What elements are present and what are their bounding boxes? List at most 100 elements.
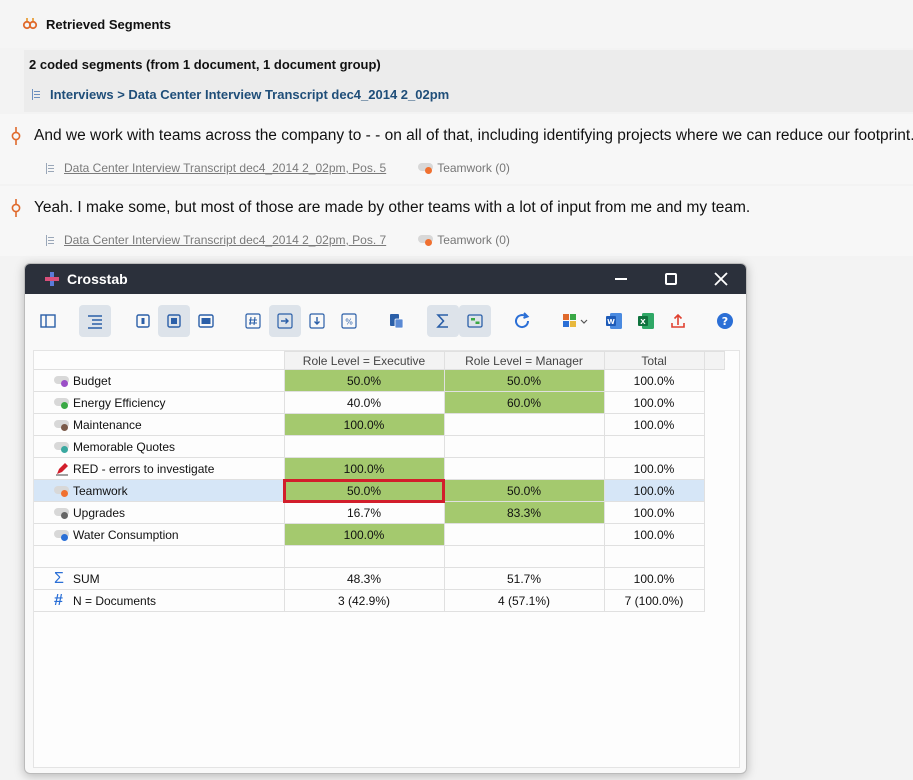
segment-code-label: Teamwork (0) bbox=[437, 161, 510, 175]
crosstab-row[interactable]: Memorable Quotes bbox=[34, 435, 724, 458]
svg-text:?: ? bbox=[722, 315, 728, 328]
sum-row: Σ SUM 48.3% 51.7% 100.0% bbox=[34, 567, 724, 590]
value-cell[interactable] bbox=[443, 435, 605, 458]
minimize-button[interactable] bbox=[596, 264, 646, 294]
export-word-button[interactable]: W bbox=[598, 305, 630, 337]
crosstab-row[interactable]: Teamwork 50.0% 50.0% 100.0% bbox=[34, 478, 724, 503]
column-percentages-button[interactable] bbox=[301, 305, 333, 337]
value-cell[interactable]: 100.0% bbox=[283, 413, 445, 436]
crosstab-row[interactable]: Energy Efficiency 40.0% 60.0% 100.0% bbox=[34, 391, 724, 414]
value-cell[interactable]: 100.0% bbox=[603, 391, 705, 414]
spacer-cell bbox=[443, 545, 605, 568]
sum-button[interactable] bbox=[427, 305, 459, 337]
row-percentages-button[interactable] bbox=[269, 305, 301, 337]
segment-code[interactable]: Teamwork (0) bbox=[418, 161, 510, 175]
small-view-button[interactable] bbox=[127, 305, 159, 337]
show-frequencies-button[interactable] bbox=[237, 305, 269, 337]
close-icon bbox=[714, 272, 728, 286]
value-cell[interactable]: 100.0% bbox=[603, 523, 705, 546]
value-cell[interactable] bbox=[443, 413, 605, 436]
value-cell[interactable]: 100.0% bbox=[603, 413, 705, 436]
n-value-cell: 3 (42.9%) bbox=[283, 589, 445, 612]
value-cell[interactable]: 83.3% bbox=[443, 501, 605, 524]
row-filler bbox=[704, 457, 724, 480]
value-cell[interactable] bbox=[443, 457, 605, 480]
row-label: Memorable Quotes bbox=[73, 439, 176, 454]
refresh-button[interactable] bbox=[506, 305, 538, 337]
value-cell[interactable]: 100.0% bbox=[603, 501, 705, 524]
value-cell[interactable]: 50.0% bbox=[283, 369, 445, 392]
export-excel-button[interactable]: X bbox=[630, 305, 662, 337]
spacer-cell bbox=[34, 545, 285, 568]
segment-text: And we work with teams across the compan… bbox=[34, 127, 913, 144]
row-label-cell[interactable]: Upgrades bbox=[34, 501, 285, 524]
value-cell[interactable] bbox=[443, 523, 605, 546]
segment-text: Yeah. I make some, but most of those are… bbox=[34, 199, 751, 216]
medium-view-button[interactable] bbox=[158, 305, 190, 337]
column-header[interactable]: Role Level = Manager bbox=[443, 351, 605, 370]
row-label-cell[interactable]: Water Consumption bbox=[34, 523, 285, 546]
row-label-cell[interactable]: Memorable Quotes bbox=[34, 435, 285, 458]
value-cell[interactable]: 100.0% bbox=[603, 369, 705, 392]
export-button[interactable] bbox=[662, 305, 694, 337]
crosstab-row[interactable]: Budget 50.0% 50.0% 100.0% bbox=[34, 369, 724, 392]
value-cell[interactable] bbox=[283, 435, 445, 458]
indent-layout-icon bbox=[88, 315, 102, 329]
value-cell[interactable] bbox=[603, 435, 705, 458]
segment-item[interactable]: And we work with teams across the compan… bbox=[0, 114, 913, 184]
large-view-button[interactable] bbox=[190, 305, 222, 337]
document-sets-button[interactable] bbox=[380, 305, 412, 337]
svg-text:%: % bbox=[345, 318, 353, 327]
value-cell[interactable]: 100.0% bbox=[283, 457, 445, 480]
n-label: N = Documents bbox=[73, 593, 157, 608]
row-label-cell[interactable]: Budget bbox=[34, 369, 285, 392]
crosstab-row[interactable]: Maintenance 100.0% 100.0% bbox=[34, 413, 724, 436]
row-label-cell[interactable]: Energy Efficiency bbox=[34, 391, 285, 414]
segment-source-link[interactable]: Data Center Interview Transcript dec4_20… bbox=[64, 161, 386, 175]
code-tag-icon bbox=[418, 234, 434, 246]
value-cell[interactable]: 16.7% bbox=[283, 501, 445, 524]
column-header-total[interactable]: Total bbox=[603, 351, 705, 370]
value-cell[interactable]: 50.0% bbox=[443, 479, 605, 502]
row-label-cell[interactable]: Teamwork bbox=[34, 479, 285, 502]
help-button[interactable]: ? bbox=[709, 305, 741, 337]
value-cell[interactable]: 60.0% bbox=[443, 391, 605, 414]
value-cell[interactable]: 100.0% bbox=[603, 457, 705, 480]
smart-publisher-icon bbox=[563, 314, 588, 327]
row-filler bbox=[704, 435, 724, 458]
arrow-right-icon bbox=[277, 313, 293, 329]
document-path-link[interactable]: Interviews > Data Center Interview Trans… bbox=[32, 87, 449, 102]
segment-code[interactable]: Teamwork (0) bbox=[418, 233, 510, 247]
medium-view-icon bbox=[167, 314, 181, 328]
smart-publisher-button[interactable] bbox=[555, 305, 595, 337]
column-header[interactable]: Role Level = Executive bbox=[283, 351, 445, 370]
row-label: RED - errors to investigate bbox=[73, 461, 215, 476]
segments-summary: 2 coded segments (from 1 document, 1 doc… bbox=[24, 50, 913, 112]
value-cell[interactable]: 100.0% bbox=[603, 479, 705, 502]
columns-layout-button[interactable] bbox=[32, 305, 64, 337]
crosstab-row[interactable]: Water Consumption 100.0% 100.0% bbox=[34, 523, 724, 546]
code-tag-icon bbox=[54, 441, 70, 453]
row-label-cell[interactable]: RED - errors to investigate bbox=[34, 457, 285, 480]
close-button[interactable] bbox=[696, 264, 746, 294]
crosstab-titlebar[interactable]: Crosstab bbox=[25, 264, 746, 294]
row-label-cell[interactable]: Maintenance bbox=[34, 413, 285, 436]
segment-source-link[interactable]: Data Center Interview Transcript dec4_20… bbox=[64, 233, 386, 247]
spacer-row bbox=[34, 545, 724, 568]
crosstab-row[interactable]: RED - errors to investigate 100.0% 100.0% bbox=[34, 457, 724, 480]
row-filler bbox=[704, 567, 724, 590]
indent-layout-button[interactable] bbox=[79, 305, 111, 337]
highlight-button[interactable] bbox=[459, 305, 491, 337]
value-cell[interactable]: 50.0% bbox=[443, 369, 605, 392]
columns-layout-icon bbox=[40, 314, 56, 328]
percent-button[interactable]: % bbox=[333, 305, 365, 337]
value-cell[interactable]: 100.0% bbox=[283, 523, 445, 546]
code-tag-icon bbox=[54, 529, 70, 541]
row-filler bbox=[704, 369, 724, 392]
segment-item[interactable]: Yeah. I make some, but most of those are… bbox=[0, 186, 913, 256]
segment-marker-icon bbox=[10, 198, 22, 218]
value-cell[interactable]: 50.0% bbox=[283, 478, 445, 503]
maximize-button[interactable] bbox=[646, 264, 696, 294]
value-cell[interactable]: 40.0% bbox=[283, 391, 445, 414]
crosstab-row[interactable]: Upgrades 16.7% 83.3% 100.0% bbox=[34, 501, 724, 524]
